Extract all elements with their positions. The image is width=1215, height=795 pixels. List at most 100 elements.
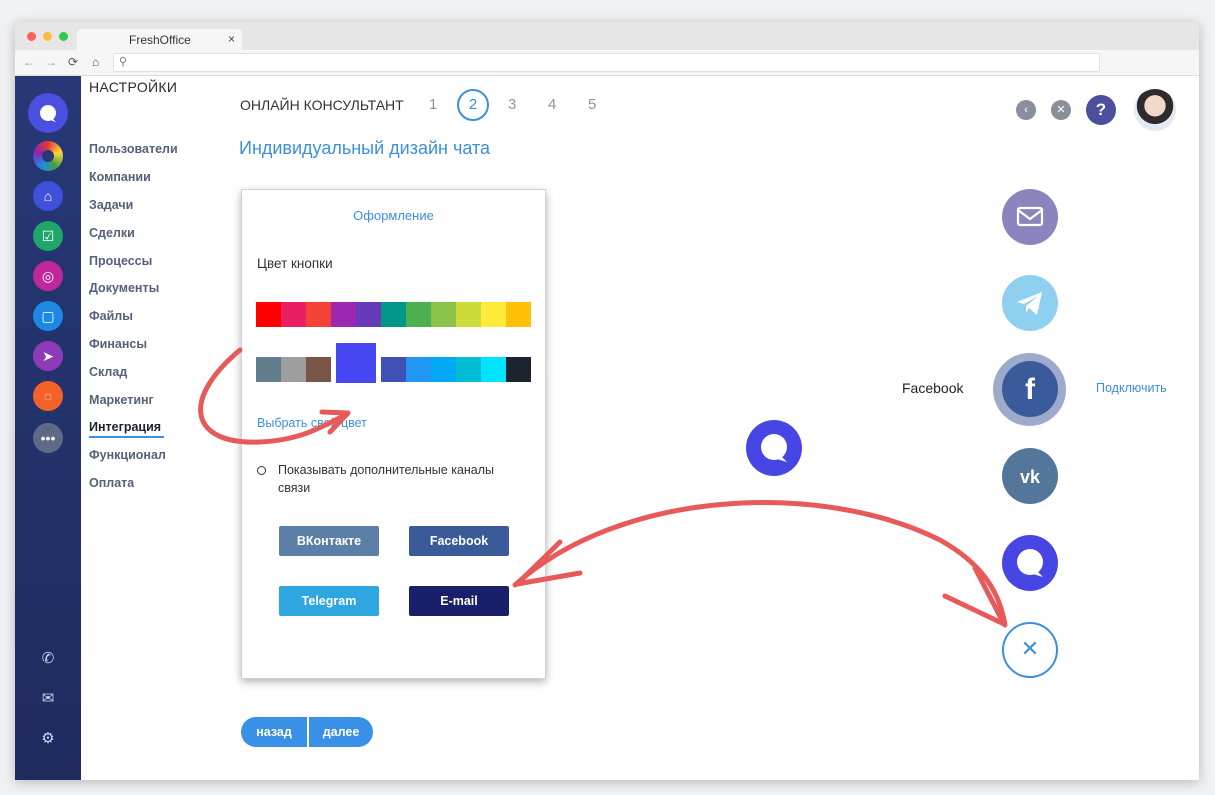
next-button[interactable]: далее: [309, 717, 373, 747]
color-swatch[interactable]: [256, 357, 281, 382]
telegram-channel-button[interactable]: Telegram: [279, 586, 379, 616]
palette-row-2: [256, 343, 531, 383]
connect-link[interactable]: Подключить: [1096, 381, 1167, 395]
back-arrow-icon[interactable]: ←: [23, 55, 35, 69]
target-icon[interactable]: ◎: [33, 261, 63, 291]
color-swatch[interactable]: [481, 302, 506, 327]
menu-item-payment[interactable]: Оплата: [89, 476, 134, 490]
step-1[interactable]: 1: [429, 96, 437, 113]
home-app-icon[interactable]: ⌂: [33, 181, 63, 211]
button-color-label: Цвет кнопки: [257, 256, 333, 271]
email-channel-circle[interactable]: [1002, 189, 1058, 245]
tasks-icon[interactable]: ☑: [33, 221, 63, 251]
color-swatch[interactable]: [306, 302, 331, 327]
svg-text:vk: vk: [1020, 467, 1041, 487]
help-button[interactable]: ?: [1086, 95, 1116, 125]
browser-titlebar: FreshOffice ×: [15, 22, 1199, 50]
menu-item-companies[interactable]: Компании: [89, 170, 151, 184]
page-title: Индивидуальный дизайн чата: [239, 138, 491, 158]
svg-text:f: f: [1025, 373, 1036, 406]
chat-channel-circle[interactable]: [1002, 535, 1058, 591]
color-swatch[interactable]: [431, 357, 456, 382]
color-swatch[interactable]: [506, 302, 531, 327]
color-swatch[interactable]: [281, 302, 306, 327]
pick-custom-color-link[interactable]: Выбрать свой цвет: [257, 416, 367, 430]
menu-item-processes[interactable]: Процессы: [89, 254, 152, 268]
menu-item-documents[interactable]: Документы: [89, 281, 159, 295]
reload-icon[interactable]: ⟳: [68, 55, 78, 69]
menu-item-users[interactable]: Пользователи: [89, 142, 178, 156]
close-icon[interactable]: ✕: [1051, 100, 1071, 120]
url-input[interactable]: ⚲: [113, 53, 1100, 72]
chat-bubble-icon: [761, 434, 787, 462]
email-channel-button[interactable]: E-mail: [409, 586, 509, 616]
color-swatch[interactable]: [381, 302, 406, 327]
gear-icon[interactable]: ⚙: [38, 729, 58, 749]
chat-logo-icon[interactable]: [28, 93, 68, 133]
menu-item-functional[interactable]: Функционал: [89, 448, 166, 462]
step-2-active[interactable]: 2: [457, 89, 489, 121]
menu-item-warehouse[interactable]: Склад: [89, 365, 127, 379]
back-button[interactable]: назад: [241, 717, 307, 747]
close-widget-button[interactable]: ✕: [1002, 622, 1058, 678]
telegram-channel-circle[interactable]: [1002, 275, 1058, 331]
telegram-icon: [1017, 292, 1042, 315]
address-bar: ← → ⟳ ⌂ ⚲: [15, 50, 1199, 76]
color-swatch[interactable]: [281, 357, 306, 382]
support-icon[interactable]: ◌: [33, 381, 63, 411]
facebook-label: Facebook: [902, 380, 964, 396]
wizard-title: ОНЛАЙН КОНСУЛЬТАНТ: [240, 97, 404, 113]
browser-tab[interactable]: FreshOffice ×: [77, 29, 242, 50]
phone-icon[interactable]: ✆: [38, 649, 58, 669]
settings-title: НАСТРОЙКИ: [89, 79, 178, 95]
color-swatch[interactable]: [456, 357, 481, 382]
design-panel: Оформление Цвет кнопки Выбрать свой цвет…: [241, 189, 546, 679]
step-4[interactable]: 4: [548, 96, 556, 113]
facebook-channel-button[interactable]: Facebook: [409, 526, 509, 556]
color-swatch[interactable]: [431, 302, 456, 327]
show-channels-label: Показывать дополнительные каналы связи: [278, 463, 495, 495]
avatar[interactable]: [1134, 89, 1176, 131]
color-swatch[interactable]: [406, 302, 431, 327]
fish-icon[interactable]: ➤: [33, 341, 63, 371]
color-swatch[interactable]: [256, 302, 281, 327]
chat-preview-bubble[interactable]: [746, 420, 802, 476]
menu-item-deals[interactable]: Сделки: [89, 226, 135, 240]
color-swatch[interactable]: [336, 343, 376, 383]
menu-item-integration[interactable]: Интеграция: [89, 420, 161, 434]
color-swatch[interactable]: [456, 302, 481, 327]
dashboard-icon[interactable]: [33, 141, 63, 171]
active-menu-underline: [89, 436, 164, 438]
forward-arrow-icon[interactable]: →: [45, 55, 57, 69]
color-swatch[interactable]: [331, 302, 356, 327]
more-icon[interactable]: •••: [33, 423, 63, 453]
facebook-channel-circle[interactable]: f: [1002, 361, 1058, 417]
menu-item-tasks[interactable]: Задачи: [89, 198, 133, 212]
vk-icon: vk: [1020, 467, 1041, 487]
tab-close-icon[interactable]: ×: [228, 32, 235, 46]
mail-icon[interactable]: ✉: [38, 689, 58, 709]
home-icon[interactable]: ⌂: [92, 55, 99, 69]
maximize-window-button[interactable]: [59, 32, 68, 41]
color-swatch[interactable]: [406, 357, 431, 382]
color-swatch[interactable]: [306, 357, 331, 382]
menu-item-finance[interactable]: Финансы: [89, 337, 147, 351]
close-window-button[interactable]: [27, 32, 36, 41]
menu-item-marketing[interactable]: Маркетинг: [89, 393, 154, 407]
show-channels-radio[interactable]: [257, 466, 266, 475]
chat-bubble-icon: [1017, 549, 1043, 577]
vk-channel-circle[interactable]: vk: [1002, 448, 1058, 504]
documents-icon[interactable]: ▢: [33, 301, 63, 331]
minimize-window-button[interactable]: [43, 32, 52, 41]
step-5[interactable]: 5: [588, 96, 596, 113]
color-swatch[interactable]: [356, 302, 381, 327]
palette-row-1: [256, 302, 531, 327]
color-swatch[interactable]: [381, 357, 406, 382]
step-3[interactable]: 3: [508, 96, 516, 113]
color-swatch[interactable]: [481, 357, 506, 382]
tab-title: FreshOffice: [129, 33, 191, 47]
menu-item-files[interactable]: Файлы: [89, 309, 133, 323]
color-swatch[interactable]: [506, 357, 531, 382]
chevron-left-icon[interactable]: ‹: [1016, 100, 1036, 120]
vk-channel-button[interactable]: ВКонтакте: [279, 526, 379, 556]
